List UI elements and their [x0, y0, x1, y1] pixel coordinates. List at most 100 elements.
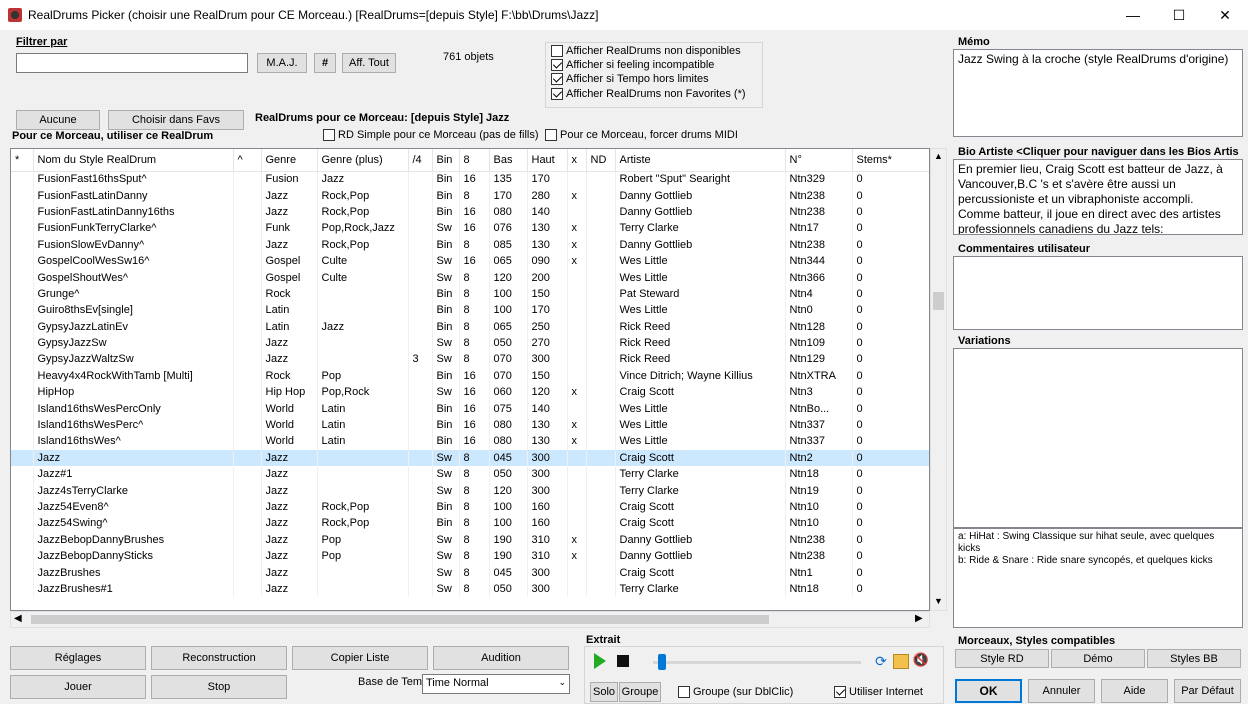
show-incompatible-feel-checkbox[interactable]: Afficher si feeling incompatible [551, 59, 714, 71]
realdrums-table[interactable]: * Nom du Style RealDrum ^ Genre Genre (plus)… [10, 148, 930, 611]
column-header[interactable]: 8 [459, 149, 490, 172]
horizontal-scroll-thumb[interactable] [31, 615, 769, 624]
speaker-mute-icon[interactable]: 🔇 [912, 652, 930, 670]
table-row[interactable]: Island16thsWes^ World Latin Bin 16 080 130 x Wes… [11, 433, 929, 450]
extract-slider-track[interactable] [653, 661, 861, 664]
table-row[interactable]: Jazz Jazz Sw 8 045 300 Craig Scott Ntn2 0 [11, 449, 929, 467]
choose-favs-button[interactable]: Choisir dans Favs [108, 110, 244, 130]
table-vertical-scrollbar[interactable]: ▲ ▼ [930, 148, 947, 611]
artist-bio-label[interactable]: Bio Artiste <Cliquer pour naviguer dans … [958, 146, 1246, 158]
table-row[interactable]: FusionSlowEvDanny^ Jazz Rock,Pop Bin 8 085 130… [11, 236, 929, 253]
table-cell [233, 285, 262, 303]
use-internet-checkbox[interactable]: Utiliser Internet [834, 686, 923, 698]
style-rd-button[interactable]: Style RD [955, 649, 1049, 668]
column-header[interactable]: Bas [489, 149, 528, 172]
table-row[interactable]: FusionFastLatinDanny Jazz Rock,Pop Bin 8 170 2… [11, 187, 929, 204]
column-header[interactable]: ND [586, 149, 616, 172]
table-row[interactable]: Island16thsWesPerc^ World Latin Bin 16 080 130… [11, 416, 929, 434]
table-row[interactable]: Jazz54Even8^ Jazz Rock,Pop Bin 8 100 160 Craig … [11, 498, 929, 516]
scroll-down-icon[interactable]: ▼ [934, 596, 943, 606]
table-row[interactable]: Jazz4sTerryClarke Jazz Sw 8 120 300 Terry Clar… [11, 482, 929, 499]
user-comments-box[interactable] [953, 256, 1243, 330]
simple-rd-checkbox[interactable]: RD Simple pour ce Morceau (pas de fills) [323, 129, 539, 141]
hash-button[interactable]: # [314, 53, 336, 73]
filter-input[interactable] [16, 53, 248, 73]
group-dblclick-checkbox[interactable]: Groupe (sur DblClic) [678, 686, 793, 698]
column-header[interactable]: Genre [261, 149, 318, 172]
audition-button[interactable]: Audition [433, 646, 569, 670]
table-row[interactable]: GypsyJazzLatinEv Latin Jazz Bin 8 065 250 Rick … [11, 318, 929, 335]
column-header[interactable]: Artiste [615, 149, 786, 172]
none-button[interactable]: Aucune [16, 110, 100, 130]
play-button[interactable]: Jouer [10, 675, 146, 699]
table-row[interactable]: JazzBrushes Jazz Sw 8 045 300 Craig Scott Ntn1 0 [11, 564, 929, 581]
column-header[interactable]: Bin [432, 149, 460, 172]
column-header[interactable]: Stems* [852, 149, 929, 172]
table-row[interactable]: GospelShoutWes^ Gospel Culte Sw 8 120 200 Wes L… [11, 269, 929, 286]
group-button[interactable]: Groupe [619, 682, 661, 702]
column-header[interactable]: Haut [527, 149, 568, 172]
demo-button[interactable]: Démo [1051, 649, 1145, 668]
show-tempo-out-checkbox[interactable]: Afficher si Tempo hors limites [551, 73, 709, 85]
rebuild-button[interactable]: Reconstruction [151, 646, 287, 670]
settings-button[interactable]: Réglages [10, 646, 146, 670]
column-header[interactable]: x [567, 149, 587, 172]
cancel-button[interactable]: Annuler [1028, 679, 1095, 703]
column-header[interactable]: Genre (plus) [317, 149, 409, 172]
ok-button[interactable]: OK [955, 679, 1022, 703]
column-header[interactable]: N° [785, 149, 853, 172]
extract-slider-thumb[interactable] [658, 654, 666, 670]
help-button[interactable]: Aide [1101, 679, 1168, 703]
styles-bb-button[interactable]: Styles BB [1147, 649, 1241, 668]
table-row[interactable]: Grunge^ Rock Bin 8 100 150 Pat Steward Ntn4 0 [11, 285, 929, 303]
play-icon[interactable] [590, 651, 610, 671]
timebase-select[interactable]: Time Normal ⌄ [422, 674, 570, 694]
table-row[interactable]: HipHop Hip Hop Pop,Rock Sw 16 060 120 x Craig Sc… [11, 384, 929, 401]
table-cell: Sw [432, 564, 460, 581]
force-midi-checkbox[interactable]: Pour ce Morceau, forcer drums MIDI [545, 129, 738, 141]
artist-bio-box[interactable]: En premier lieu, Craig Scott est batteur… [953, 159, 1243, 235]
variations-box[interactable] [953, 348, 1243, 528]
column-header[interactable]: Nom du Style RealDrum [33, 149, 234, 172]
show-nonfav-checkbox[interactable]: Afficher RealDrums non Favorites (*) [551, 88, 746, 100]
solo-button[interactable]: Solo [590, 682, 618, 702]
loop-icon[interactable]: ⟳ [872, 653, 890, 671]
show-unavailable-checkbox[interactable]: Afficher RealDrums non disponibles [551, 45, 741, 57]
table-row[interactable]: JazzBebopDannySticks Jazz Pop Sw 8 190 310 x Dan… [11, 547, 929, 565]
table-row[interactable]: JazzBrushes#1 Jazz Sw 8 050 300 Terry Clarke Nt… [11, 580, 929, 598]
table-row[interactable]: Jazz#1 Jazz Sw 8 050 300 Terry Clarke Ntn18 0 [11, 466, 929, 483]
scroll-right-icon[interactable]: ▶ [915, 613, 923, 624]
column-header[interactable]: /4 [408, 149, 433, 172]
table-row[interactable]: Heavy4x4RockWithTamb [Multi] Rock Pop Bin 16… [11, 367, 929, 385]
table-row[interactable]: Jazz54Swing^ Jazz Rock,Pop Bin 8 100 160 Craig … [11, 515, 929, 532]
variations-detail-box[interactable]: a: HiHat : Swing Classique sur hihat seu… [953, 528, 1243, 628]
scroll-up-icon[interactable]: ▲ [934, 151, 943, 161]
maximize-button[interactable]: ☐ [1156, 0, 1202, 30]
update-button[interactable]: M.A.J. [257, 53, 307, 73]
stop-icon[interactable] [613, 651, 633, 671]
copy-list-button[interactable]: Copier Liste [292, 646, 428, 670]
default-button[interactable]: Par Défaut [1174, 679, 1241, 703]
table-row[interactable]: GypsyJazzWaltzSw Jazz 3 Sw 8 070 300 Rick Reed N… [11, 351, 929, 368]
table-horizontal-scrollbar[interactable]: ◀ ▶ [10, 611, 930, 628]
close-button[interactable]: ✕ [1202, 0, 1248, 30]
memo-box[interactable]: Jazz Swing à la croche (style RealDrums … [953, 49, 1243, 137]
scroll-left-icon[interactable]: ◀ [14, 613, 22, 624]
minimize-button[interactable]: — [1110, 0, 1156, 30]
table-row[interactable]: FusionFunkTerryClarke^ Funk Pop,Rock,Jazz S… [11, 220, 929, 237]
stop-button[interactable]: Stop [151, 675, 287, 699]
table-cell [233, 171, 262, 188]
table-row[interactable]: Guiro8thsEv[single] Latin Bin 8 100 170 Wes Li… [11, 302, 929, 319]
table-row[interactable]: GypsyJazzSw Jazz Sw 8 050 270 Rick Reed Ntn109 0 [11, 334, 929, 352]
table-cell: Culte [317, 252, 409, 270]
table-row[interactable]: GospelCoolWesSw16^ Gospel Culte Sw 16 065 090 x… [11, 252, 929, 270]
table-row[interactable]: FusionFast16thsSput^ Fusion Jazz Bin 16 135 17… [11, 171, 929, 188]
folder-icon[interactable] [893, 654, 909, 669]
table-row[interactable]: JazzBebopDannyBrushes Jazz Pop Sw 8 190 310 x Da… [11, 531, 929, 548]
show-all-button[interactable]: Aff. Tout [342, 53, 396, 73]
column-header[interactable]: * [11, 149, 34, 172]
vertical-scroll-thumb[interactable] [933, 292, 944, 310]
table-row[interactable]: FusionFastLatinDanny16ths Jazz Rock,Pop Bin… [11, 203, 929, 221]
table-row[interactable]: Island16thsWesPercOnly World Latin Bin 16 075… [11, 400, 929, 417]
column-header[interactable]: ^ [233, 149, 262, 172]
